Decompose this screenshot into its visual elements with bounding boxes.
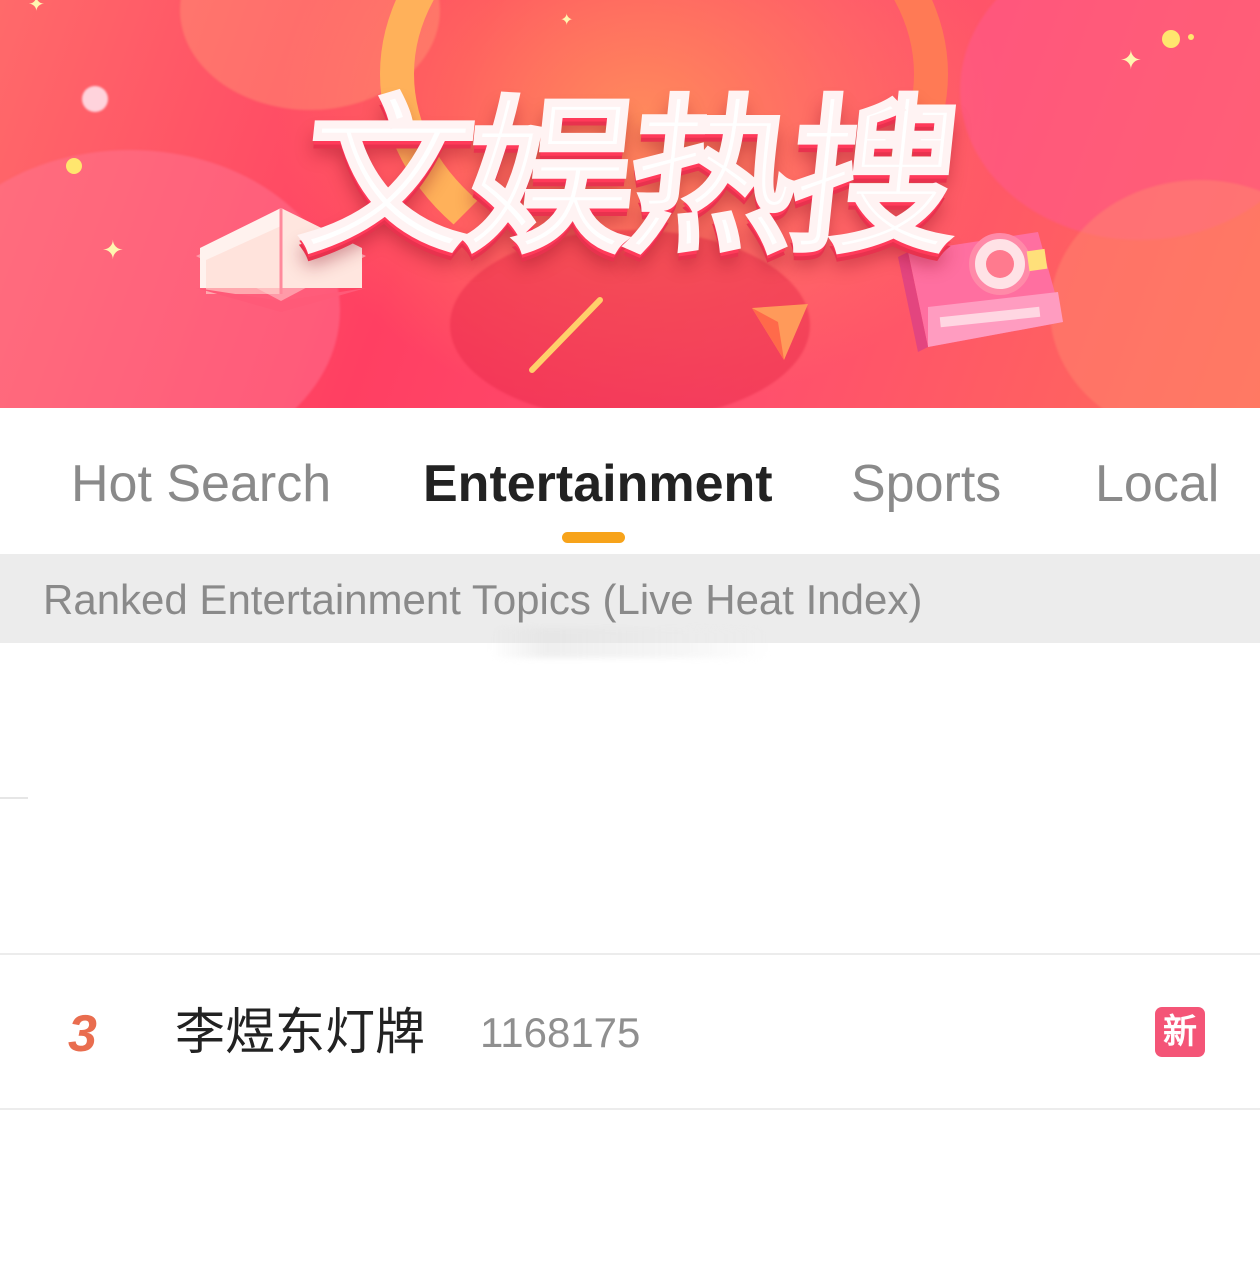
- row-divider: [0, 953, 1260, 955]
- banner-title: 文娱热搜: [293, 79, 965, 278]
- row-divider: [0, 1108, 1260, 1110]
- active-tab-indicator: [562, 532, 625, 543]
- tab-entertainment[interactable]: Entertainment: [423, 454, 773, 514]
- pyramid-decoration: [752, 304, 808, 360]
- tab-local[interactable]: Local: [1095, 454, 1219, 514]
- divider-stub: [0, 797, 28, 799]
- watermark-smudge: [490, 628, 770, 658]
- category-tabs: Hot Search Entertainment Sports Local: [0, 408, 1260, 554]
- sparkle-icon: ✦: [560, 10, 574, 29]
- hero-banner: ✦ ✦ ✦ ✦ 文娱热搜: [0, 0, 1260, 408]
- new-badge: 新: [1155, 1007, 1205, 1057]
- tab-sports[interactable]: Sports: [851, 454, 1001, 514]
- section-header-text: Ranked Entertainment Topics (Live Heat I…: [43, 576, 923, 623]
- topic-title[interactable]: 李煜东灯牌: [175, 1002, 425, 1062]
- tab-hot-search[interactable]: Hot Search: [71, 454, 331, 514]
- sparkle-icon: ✦: [28, 0, 45, 16]
- rank-number: 3: [68, 1005, 97, 1063]
- list-item[interactable]: 3 李煜东灯牌 1168175 新: [0, 956, 1260, 1108]
- heat-index: 1168175: [480, 1009, 641, 1056]
- streak-decoration: [529, 297, 603, 373]
